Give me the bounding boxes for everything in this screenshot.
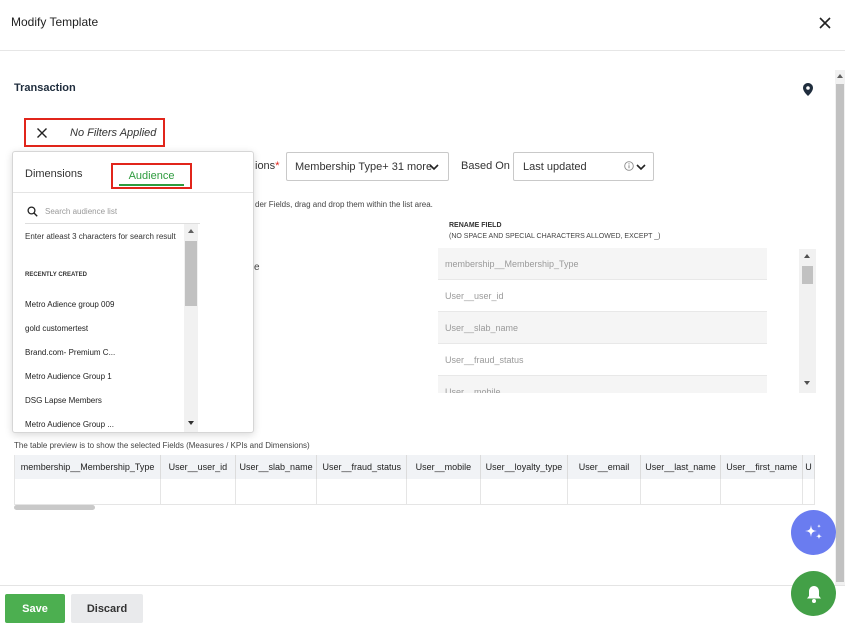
modal-title: Modify Template	[11, 15, 99, 29]
preview-column-header: User__fraud_status	[316, 455, 408, 479]
scroll-up-arrow[interactable]	[804, 254, 810, 258]
table-row	[15, 479, 815, 505]
scrollbar-thumb[interactable]	[185, 241, 197, 306]
scroll-up-arrow[interactable]	[837, 74, 843, 78]
filter-label: No Filters Applied	[70, 126, 157, 139]
dimensions-label: ions*	[255, 160, 279, 172]
chevron-down-icon	[636, 164, 646, 171]
required-mark: *	[275, 160, 280, 172]
filter-chip[interactable]: No Filters Applied	[24, 118, 165, 147]
filter-dropdown: Dimensions Audience Enter atleast 3 char…	[12, 151, 254, 433]
scrollbar-thumb[interactable]	[802, 266, 813, 284]
preview-column-header: User__email	[567, 455, 641, 479]
main-scrollbar[interactable]	[835, 70, 845, 585]
dimensions-select[interactable]: Membership Type+ 31 more	[286, 152, 449, 181]
rename-list-scrollbar[interactable]	[799, 249, 816, 393]
modal-header: Modify Template	[0, 0, 845, 51]
scroll-down-arrow[interactable]	[188, 421, 194, 425]
list-item[interactable]: Metro Audience Group ...	[25, 420, 114, 429]
search-hint: Enter atleast 3 characters for search re…	[25, 232, 176, 241]
list-item[interactable]: Metro Adience group 009	[25, 300, 114, 309]
list-item[interactable]: Metro Audience Group 1	[25, 372, 112, 381]
rename-field-list: membership__Membership_Type User__user_i…	[438, 248, 767, 393]
preview-note: The table preview is to show the selecte…	[14, 441, 310, 450]
table-horizontal-scrollbar[interactable]	[14, 505, 95, 510]
discard-button[interactable]: Discard	[71, 594, 143, 623]
based-on-label: Based On	[461, 160, 510, 172]
active-tab-indicator	[119, 184, 184, 186]
preview-column-header: User__mobile	[406, 455, 481, 479]
bell-icon	[806, 585, 821, 603]
list-item[interactable]: Brand.com- Premium C...	[25, 348, 115, 357]
based-on-value: Last updated	[523, 160, 587, 173]
notification-button[interactable]	[791, 571, 836, 616]
location-pin-icon[interactable]	[803, 83, 813, 96]
info-icon[interactable]	[624, 161, 634, 171]
search-icon	[27, 205, 38, 217]
rename-input[interactable]: User__fraud_status	[438, 344, 767, 376]
sparkle-icon	[804, 523, 822, 539]
ai-assistant-button[interactable]	[791, 510, 836, 555]
section-title: Transaction	[14, 82, 76, 94]
preview-column-header: membership__Membership_Type	[15, 455, 162, 479]
rename-field-title: RENAME FIELD	[449, 222, 502, 229]
list-item[interactable]: DSG Lapse Members	[25, 396, 102, 405]
tab-dimensions[interactable]: Dimensions	[25, 168, 82, 180]
field-list-fragment: e	[254, 262, 260, 273]
rename-input[interactable]: User__slab_name	[438, 312, 767, 344]
reorder-hint: der Fields, drag and drop them within th…	[255, 200, 433, 209]
preview-column-header: User__loyalty_type	[480, 455, 569, 479]
rename-input[interactable]: membership__Membership_Type	[438, 248, 767, 280]
audience-search-input[interactable]	[45, 206, 195, 216]
preview-column-header: User__first_name	[720, 455, 804, 479]
rename-input[interactable]: User__user_id	[438, 280, 767, 312]
preview-column-header: U	[802, 455, 815, 479]
rename-input[interactable]: User__mobile	[438, 376, 767, 393]
tab-audience[interactable]: Audience	[111, 163, 192, 189]
rename-field-subtitle: (NO SPACE AND SPECIAL CHARACTERS ALLOWED…	[449, 233, 661, 240]
save-button[interactable]: Save	[5, 594, 65, 623]
dimensions-select-value: Membership Type+ 31 more	[295, 160, 433, 173]
divider	[13, 192, 253, 193]
scroll-up-arrow[interactable]	[188, 229, 194, 233]
dimensions-label-text: ions	[255, 160, 276, 172]
audience-search	[25, 199, 200, 224]
tab-audience-label: Audience	[128, 170, 175, 182]
preview-column-header: User__user_id	[160, 455, 236, 479]
audience-list: Enter atleast 3 characters for search re…	[13, 224, 183, 431]
preview-column-header: User__slab_name	[235, 455, 318, 479]
chevron-down-icon	[429, 164, 439, 171]
recently-created-heading: RECENTLY CREATED	[25, 272, 87, 278]
audience-list-scrollbar[interactable]	[184, 224, 198, 432]
close-icon[interactable]	[817, 15, 833, 31]
preview-column-header: User__last_name	[640, 455, 722, 479]
scroll-down-arrow[interactable]	[804, 381, 810, 385]
preview-table: membership__Membership_Type User__user_i…	[14, 455, 815, 505]
list-item[interactable]: gold customertest	[25, 324, 88, 333]
clear-filter-icon[interactable]	[36, 127, 48, 139]
scrollbar-thumb[interactable]	[836, 84, 844, 582]
